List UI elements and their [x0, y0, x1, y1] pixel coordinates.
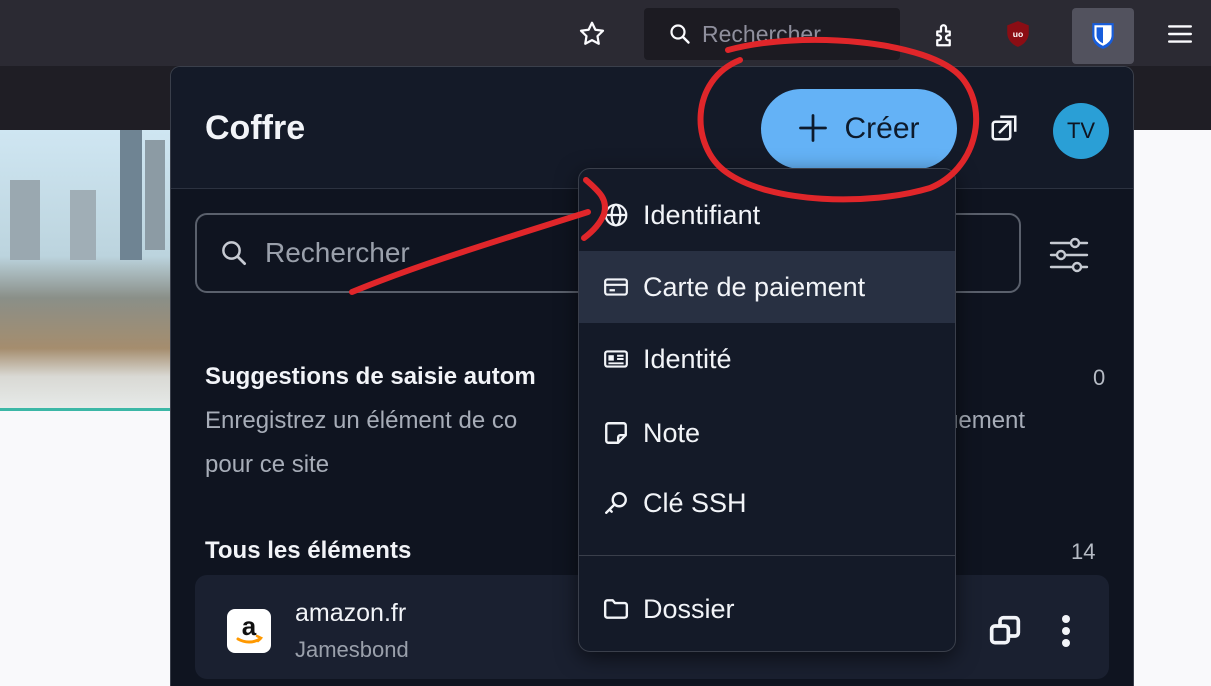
- menu-item-label: Carte de paiement: [643, 271, 866, 302]
- autofill-desc-right: uement: [945, 407, 1026, 434]
- menu-divider: [579, 555, 955, 556]
- menu-item-label: Identité: [643, 343, 732, 374]
- extensions-icon[interactable]: [926, 14, 966, 54]
- avatar[interactable]: TV: [1053, 103, 1109, 159]
- browser-search-placeholder: Rechercher: [702, 20, 821, 47]
- menu-item-ssh-key[interactable]: Clé SSH: [579, 467, 955, 539]
- search-icon: [670, 24, 690, 44]
- svg-text:uo: uo: [1013, 29, 1024, 39]
- menu-item-card[interactable]: Carte de paiement: [579, 251, 955, 323]
- autofill-desc-left: Enregistrez un élément de co: [205, 407, 518, 434]
- menu-item-login[interactable]: Identifiant: [579, 179, 955, 251]
- globe-icon: [604, 203, 628, 227]
- browser-search-field[interactable]: Rechercher: [644, 8, 900, 60]
- bitwarden-icon[interactable]: [1072, 8, 1134, 64]
- amazon-logo-icon: a: [227, 609, 271, 653]
- copy-icon[interactable]: [985, 611, 1025, 651]
- key-icon: [605, 492, 627, 514]
- menu-item-label: Clé SSH: [643, 487, 747, 518]
- page-background: [1134, 130, 1211, 686]
- plus-icon: [798, 107, 828, 151]
- note-icon: [605, 422, 627, 444]
- all-items-count: 14: [1071, 539, 1096, 564]
- browser-toolbar: Rechercher uo: [0, 0, 1211, 66]
- autofill-section-title: Suggestions de saisie autom: [205, 363, 536, 390]
- folder-icon: [603, 599, 629, 619]
- menu-item-label: Identifiant: [643, 199, 761, 230]
- menu-item-label: Dossier: [643, 593, 735, 624]
- all-items-title: Tous les éléments: [205, 537, 412, 564]
- page-hero-image: [0, 130, 170, 410]
- create-button-label: Créer: [844, 112, 920, 145]
- item-logo-letter: a: [242, 613, 257, 641]
- search-icon: [222, 241, 246, 265]
- item-name[interactable]: amazon.fr: [295, 599, 406, 628]
- page-accent-line: [0, 408, 170, 411]
- popout-icon[interactable]: [987, 111, 1021, 145]
- autofill-count: 0: [1093, 365, 1106, 390]
- filter-icon[interactable]: [1047, 235, 1091, 275]
- create-menu: Identifiant Carte de paiement Identité N…: [578, 168, 956, 652]
- menu-item-identity[interactable]: Identité: [579, 323, 955, 395]
- more-options-icon[interactable]: [1051, 607, 1081, 655]
- credit-card-icon: [604, 278, 628, 296]
- search-placeholder: Rechercher: [265, 237, 410, 268]
- menu-item-folder[interactable]: Dossier: [579, 573, 955, 645]
- page-title: Coffre: [205, 109, 306, 147]
- item-username: Jamesbond: [295, 637, 409, 662]
- hamburger-menu-icon[interactable]: [1160, 14, 1200, 54]
- ublock-icon[interactable]: uo: [998, 14, 1038, 54]
- create-button[interactable]: Créer: [761, 89, 957, 169]
- star-icon[interactable]: [572, 14, 612, 54]
- menu-item-label: Note: [643, 417, 701, 448]
- screen: Rechercher uo Coffre Créer TV Rechercher…: [0, 0, 1211, 686]
- menu-item-note[interactable]: Note: [579, 397, 955, 469]
- id-card-icon: [604, 350, 628, 368]
